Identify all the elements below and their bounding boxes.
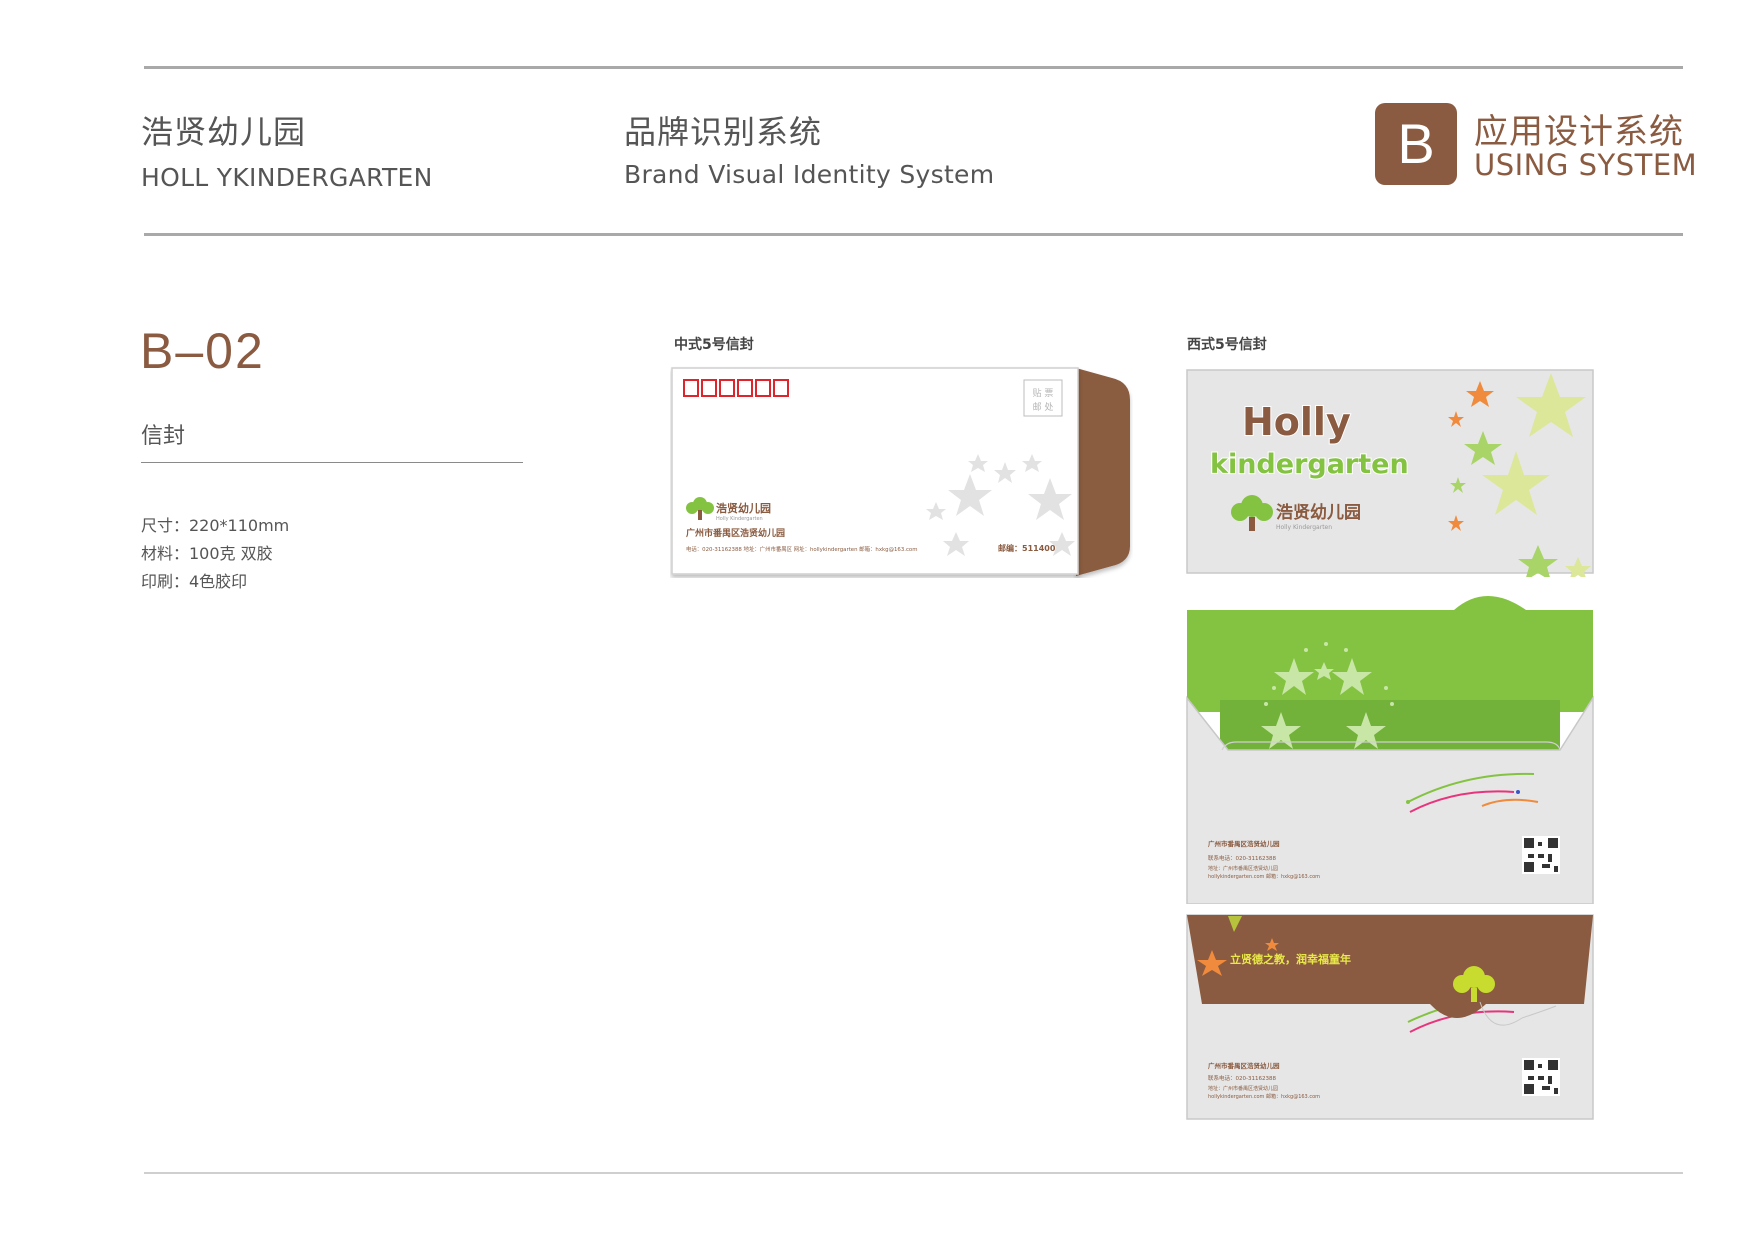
web-line: hollykindergarten.com 邮箱：hxkg@163.com [1208, 1093, 1320, 1100]
envelope-flap [1076, 368, 1130, 576]
logo-word-kindergarten: kindergarten [1210, 449, 1409, 480]
phone-line: 联系电话：020-31162388 [1208, 854, 1276, 862]
logo-name: 浩贤幼儿园 [716, 501, 771, 515]
swoosh-dot [1406, 800, 1410, 804]
envelope-flap [1187, 596, 1593, 712]
logo-word-holly: Holly [1242, 400, 1351, 444]
info-line: 地址：广州市番禺区浩贤幼儿园 [1208, 1085, 1278, 1092]
envelope-flap [1187, 915, 1593, 1018]
brand-name-en: HOLL YKINDERGARTEN [141, 163, 433, 192]
stamp-label-2: 邮 处 [1033, 401, 1054, 413]
logo-name: 浩贤幼儿园 [1276, 502, 1361, 523]
swoosh-dot [1516, 790, 1520, 794]
chinese-envelope-address: 广州市番禺区浩贤幼儿园 [686, 527, 785, 539]
footer-rule [144, 1172, 1683, 1174]
address-line: 广州市番禺区浩贤幼儿园 [1208, 1061, 1280, 1070]
section-badge: B [1375, 103, 1457, 185]
qr-code-icon [1522, 836, 1560, 874]
system-title-en: Brand Visual Identity System [624, 160, 995, 189]
header-top-rule [144, 66, 1683, 69]
system-title-cn: 品牌识别系统 [624, 113, 823, 151]
item-name: 信封 [141, 424, 186, 449]
spec-size: 尺寸：220*110mm [141, 516, 290, 535]
stamp-label-1: 贴 票 [1033, 387, 1054, 399]
spec-printing: 印刷：4色胶印 [141, 572, 248, 591]
web-line: hollykindergarten.com 邮箱：hxkg@163.com [1208, 873, 1320, 880]
item-code: B–02 [140, 323, 265, 379]
section-title-cn: 应用设计系统 [1474, 112, 1684, 152]
western-envelope-caption: 西式5号信封 [1187, 337, 1267, 353]
qr-code-icon [1522, 1058, 1560, 1096]
western-envelope-front: Holly kindergarten 浩贤幼儿园 Holly Kindergar… [1186, 369, 1594, 577]
chinese-envelope-postcode: 邮编：511400 [998, 543, 1056, 553]
western-envelope-back-green: 广州市番禺区浩贤幼儿园 联系电话：020-31162388 地址：广州市番禺区浩… [1186, 596, 1594, 904]
logo-subtitle: Holly Kindergarten [716, 516, 763, 522]
header-bottom-rule [144, 233, 1683, 236]
chinese-envelope-contact: 电话：020-31162388 地址：广州市番禺区 网址：hollykinder… [686, 545, 917, 553]
item-divider [141, 462, 523, 463]
brand-name-cn: 浩贤幼儿园 [141, 113, 307, 151]
chinese-envelope: 贴 票 邮 处 浩贤幼儿园 Holly Kindergarten 广州市番禺区浩… [671, 367, 1130, 576]
address-line: 广州市番禺区浩贤幼儿园 [1208, 839, 1280, 848]
spec-material: 材料：100克 双胶 [141, 544, 273, 563]
section-title-en: USING SYSTEM [1474, 148, 1698, 182]
chinese-envelope-caption: 中式5号信封 [674, 337, 754, 353]
slogan: 立贤德之教，润幸福童年 [1230, 952, 1351, 966]
phone-line: 联系电话：020-31162388 [1208, 1074, 1276, 1082]
info-line: 地址：广州市番禺区浩贤幼儿园 [1208, 865, 1278, 872]
western-envelope-back-brown: 立贤德之教，润幸福童年 广州市番禺区浩贤幼儿园 联系电话：020-3116238… [1186, 914, 1594, 1120]
logo-subtitle: Holly Kindergarten [1276, 524, 1332, 531]
